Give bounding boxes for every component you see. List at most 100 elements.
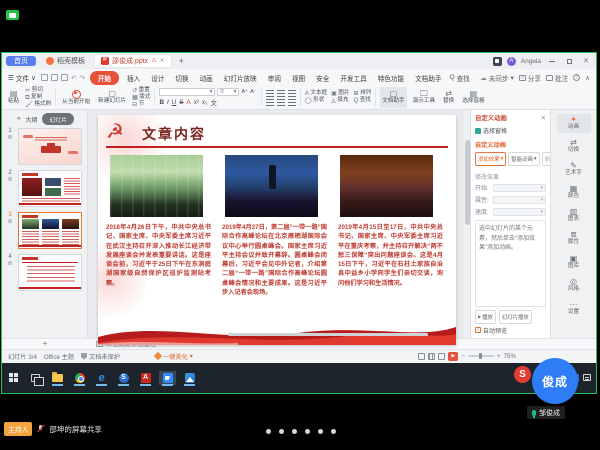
shapes-button[interactable]: ◯形状 bbox=[305, 98, 327, 104]
comment-button[interactable]: 批注 bbox=[546, 73, 568, 83]
start-button[interactable] bbox=[5, 371, 22, 385]
edge-button[interactable]: e bbox=[93, 371, 110, 385]
sorter-view-icon[interactable] bbox=[428, 353, 435, 360]
collapse-ribbon-icon[interactable]: ∧ bbox=[585, 74, 590, 82]
auto-preview-checkbox[interactable]: ✓ 自动预览 bbox=[475, 326, 546, 335]
increase-font-button[interactable]: A⁺ bbox=[241, 89, 248, 95]
photos-app-button[interactable] bbox=[181, 371, 198, 385]
sidebar-item-gallery[interactable]: ▣图库 bbox=[557, 253, 591, 272]
photo-exhibition-visit[interactable] bbox=[110, 155, 203, 217]
menu-tab-transition[interactable]: 切换 bbox=[172, 71, 191, 85]
menu-tab-security[interactable]: 安全 bbox=[313, 71, 332, 85]
menu-tab-insert[interactable]: 插入 bbox=[124, 71, 143, 85]
layout-button[interactable]: ▦版式 bbox=[132, 95, 150, 101]
menu-tab-design[interactable]: 设计 bbox=[148, 71, 167, 85]
menu-tab-devtools[interactable]: 开发工具 bbox=[337, 71, 369, 85]
menu-tab-view[interactable]: 视图 bbox=[289, 71, 308, 85]
slide-3[interactable]: ☭ 文章内容 2018年4月26日下午，中共中央总书记、国家主席、中央军委主席习… bbox=[98, 115, 456, 345]
floating-s-badge[interactable]: S bbox=[514, 366, 531, 383]
tab-templates[interactable]: 稻壳模板 bbox=[40, 55, 91, 67]
output-icon[interactable] bbox=[51, 74, 58, 81]
demo-tools-button[interactable]: 🖵演示工具 bbox=[411, 87, 437, 108]
message-center-icon[interactable] bbox=[493, 57, 502, 66]
reset-button[interactable]: ↺重置 bbox=[132, 88, 150, 94]
user-avatar[interactable]: A bbox=[507, 57, 516, 66]
save-icon[interactable] bbox=[41, 74, 48, 81]
restore-button[interactable] bbox=[563, 56, 575, 66]
menu-tab-animation[interactable]: 动画 bbox=[197, 71, 216, 85]
section-button[interactable]: ⊟节 bbox=[132, 102, 150, 108]
vertical-scrollbar[interactable] bbox=[462, 110, 470, 338]
pane-close-icon[interactable]: ✕ bbox=[541, 114, 546, 122]
bullet-list-icon[interactable] bbox=[266, 90, 274, 97]
slideshow-play-button[interactable]: 幻灯片播放 bbox=[499, 310, 532, 324]
search-box[interactable]: Q 查找 bbox=[449, 73, 469, 83]
sidebar-item-animation[interactable]: ✦动画 bbox=[557, 114, 591, 133]
indent-icon[interactable] bbox=[288, 90, 296, 97]
font-family-combo[interactable]: ▾ bbox=[159, 88, 215, 96]
redo-icon[interactable]: ↷ bbox=[79, 74, 84, 82]
chrome-button[interactable] bbox=[71, 371, 88, 385]
menu-tab-slideshow[interactable]: 幻灯片放映 bbox=[221, 71, 260, 85]
font-size-combo[interactable]: 0▾ bbox=[217, 88, 239, 96]
doc-protection-status[interactable]: 文档未保护 bbox=[81, 352, 120, 361]
sidebar-item-style[interactable]: ◎风格 bbox=[557, 276, 591, 295]
zoom-level[interactable]: 75% bbox=[504, 353, 516, 360]
selection-pane-button[interactable]: ▤选择窗格 bbox=[460, 87, 486, 108]
pagination-dot[interactable] bbox=[331, 429, 336, 434]
paste-button[interactable]: ▤粘贴 bbox=[6, 87, 21, 108]
slide-thumbnail-4[interactable]: 4 bbox=[4, 254, 87, 291]
pagination-dot[interactable] bbox=[292, 429, 297, 434]
slide-text-column-2[interactable]: 2019年4月27日，第二届“一带一路”国际合作高峰论坛在北京雁栖湖国际会议中心… bbox=[222, 223, 327, 297]
line-spacing-icon[interactable] bbox=[288, 99, 296, 106]
menu-tab-review[interactable]: 审阅 bbox=[265, 71, 284, 85]
help-icon[interactable]: ? bbox=[573, 74, 580, 81]
pagination-dot[interactable] bbox=[279, 429, 284, 434]
meeting-app-button[interactable] bbox=[159, 371, 176, 385]
share-button[interactable]: ↗ 分享 bbox=[519, 73, 541, 83]
play-animation-button[interactable]: ▶ 播放 bbox=[475, 310, 496, 324]
align-left-icon[interactable] bbox=[266, 99, 274, 106]
participant-video-tile[interactable]: 俊成 bbox=[532, 358, 578, 404]
photo-forum-roundtable[interactable] bbox=[225, 155, 318, 217]
strikethrough-button[interactable]: S bbox=[179, 99, 183, 106]
tab-slides[interactable]: 幻灯片 bbox=[42, 113, 73, 125]
sidebar-item-chart[interactable]: ▥图表 bbox=[557, 206, 591, 225]
sidebar-item-wordart[interactable]: ✎艺术字 bbox=[557, 160, 591, 179]
doc-assistant-button[interactable]: ▢文档助手 bbox=[380, 87, 406, 108]
normal-view-icon[interactable] bbox=[418, 353, 425, 360]
slide-thumbnail-3-selected[interactable]: 3 bbox=[4, 212, 87, 249]
action-center-icon[interactable] bbox=[583, 374, 591, 381]
meeting-toolbar-icon[interactable] bbox=[6, 10, 19, 20]
zoom-slider[interactable] bbox=[468, 355, 494, 357]
theme-name[interactable]: Office 主题 bbox=[44, 352, 74, 361]
task-view-button[interactable] bbox=[27, 371, 44, 385]
tab-document[interactable]: P 邵俊成.pptx ⚠ ✕ bbox=[95, 55, 171, 67]
start-select[interactable]: ▾ bbox=[493, 184, 546, 192]
numbered-list-icon[interactable] bbox=[277, 90, 285, 97]
superscript-button[interactable]: x² bbox=[194, 99, 199, 106]
menu-tab-assistant[interactable]: 文档助手 bbox=[412, 71, 444, 85]
sidebar-item-settings[interactable]: ⋯设置 bbox=[557, 299, 591, 318]
pagination-dot[interactable] bbox=[266, 429, 271, 434]
subscript-button[interactable]: x₂ bbox=[202, 99, 208, 106]
add-effect-button[interactable]: 添加效果 ▾ bbox=[475, 152, 506, 166]
adobe-button[interactable]: A bbox=[137, 371, 154, 385]
italic-button[interactable]: I bbox=[167, 99, 169, 106]
tab-outline[interactable]: 大纲 bbox=[25, 115, 37, 124]
reading-view-icon[interactable] bbox=[438, 353, 445, 360]
undo-icon[interactable]: ↶ bbox=[71, 74, 76, 82]
menu-tab-home[interactable]: 开始 bbox=[90, 71, 119, 85]
decrease-font-button[interactable]: A⁻ bbox=[250, 89, 257, 95]
selection-pane-link[interactable]: 选择窗格 bbox=[475, 126, 546, 135]
file-menu[interactable]: ☰ 文件 ∨ bbox=[8, 73, 36, 83]
file-explorer-button[interactable] bbox=[49, 371, 66, 385]
slide-text-column-1[interactable]: 2018年4月26日下午，中共中央总书记、国家主席、中央军委主席习近平在武汉主持… bbox=[106, 223, 211, 288]
zoom-in-icon[interactable]: + bbox=[497, 353, 501, 360]
sidebar-item-transition[interactable]: ⇄切换 bbox=[557, 137, 591, 156]
find-button[interactable]: Q查找 bbox=[354, 98, 372, 104]
pagination-dot[interactable] bbox=[318, 429, 323, 434]
cloud-sync-status[interactable]: ☁ 未同步 ▾ bbox=[480, 73, 514, 83]
slide-canvas[interactable]: ☭ 文章内容 2018年4月26日下午，中共中央总书记、国家主席、中央军委主席习… bbox=[88, 110, 462, 338]
replace-button[interactable]: ⇄替换 bbox=[441, 87, 456, 108]
